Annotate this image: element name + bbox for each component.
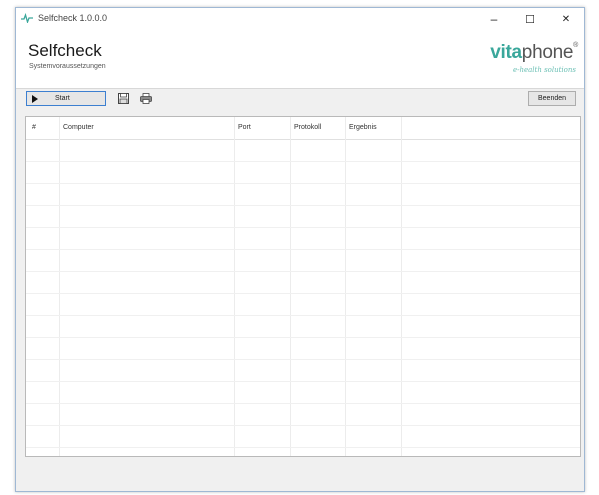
row-divider xyxy=(26,337,580,338)
minimize-button[interactable]: – xyxy=(476,8,512,30)
row-divider xyxy=(26,381,580,382)
row-divider xyxy=(26,183,580,184)
title-bar[interactable]: Selfcheck 1.0.0.0 – ☐ ✕ xyxy=(16,8,584,30)
play-icon xyxy=(32,94,38,103)
page-subtitle: Systemvoraussetzungen xyxy=(29,63,106,70)
logo-registered-mark: ® xyxy=(573,42,578,49)
save-icon xyxy=(118,93,129,104)
row-divider xyxy=(26,161,580,162)
column-divider xyxy=(234,117,235,456)
logo-tagline: e-health solutions xyxy=(512,66,576,74)
start-button-label: Start xyxy=(55,95,70,102)
row-divider xyxy=(26,205,580,206)
row-divider xyxy=(26,403,580,404)
column-divider xyxy=(345,117,346,456)
vitaphone-logo: vitaphone® e-health solutions xyxy=(482,38,578,78)
column-header-protocol[interactable]: Protokoll xyxy=(294,124,321,131)
column-header-computer[interactable]: Computer xyxy=(63,124,94,131)
row-divider xyxy=(26,227,580,228)
row-divider xyxy=(26,293,580,294)
close-button[interactable]: Beenden xyxy=(528,91,576,106)
row-divider xyxy=(26,271,580,272)
table-header: # Computer Port Protokoll Ergebnis xyxy=(26,117,580,140)
logo-brand-phone: phone xyxy=(521,42,574,63)
page-title: Selfcheck xyxy=(28,41,102,60)
window-title: Selfcheck 1.0.0.0 xyxy=(38,13,108,23)
column-divider xyxy=(290,117,291,456)
toolbar: Start Beenden xyxy=(16,89,584,111)
app-icon xyxy=(21,13,33,23)
print-icon xyxy=(139,93,152,104)
column-header-number[interactable]: # xyxy=(32,124,36,131)
column-divider xyxy=(401,117,402,456)
close-window-button[interactable]: ✕ xyxy=(548,8,584,30)
app-header: Selfcheck Systemvoraussetzungen vitaphon… xyxy=(16,30,584,89)
results-table[interactable]: # Computer Port Protokoll Ergebnis xyxy=(25,116,581,457)
column-header-port[interactable]: Port xyxy=(238,124,251,131)
save-button[interactable] xyxy=(117,92,130,105)
print-button[interactable] xyxy=(139,92,152,105)
start-button[interactable]: Start xyxy=(26,91,106,106)
logo-brand-vita: vita xyxy=(490,42,522,63)
app-window: Selfcheck 1.0.0.0 – ☐ ✕ Selfcheck System… xyxy=(15,7,585,492)
row-divider xyxy=(26,249,580,250)
row-divider xyxy=(26,425,580,426)
row-divider xyxy=(26,359,580,360)
row-divider xyxy=(26,447,580,448)
row-divider xyxy=(26,315,580,316)
column-header-result[interactable]: Ergebnis xyxy=(349,124,377,131)
maximize-button[interactable]: ☐ xyxy=(512,8,548,30)
column-divider xyxy=(59,117,60,456)
